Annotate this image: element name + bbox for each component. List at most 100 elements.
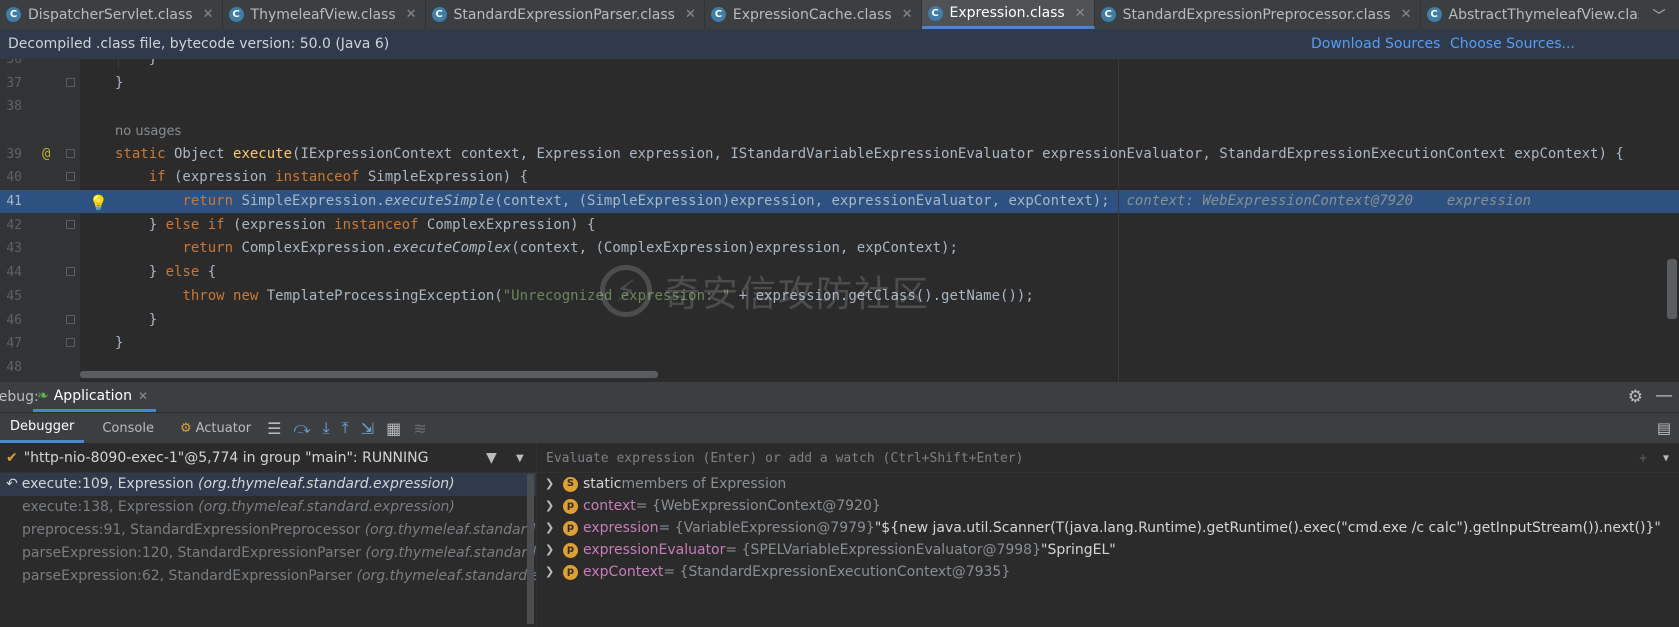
chevron-down-icon[interactable]: ﹀	[1639, 0, 1679, 29]
class-icon: C	[6, 7, 21, 22]
tab-debugger-label: Debugger	[10, 419, 75, 434]
step-over-icon[interactable]: ⤼	[293, 418, 310, 438]
variables-list: ❯ Sstatic members of Expression ❯ p context …	[537, 473, 1679, 583]
variables-panel: Evaluate expression (Enter) or add a wat…	[537, 444, 1679, 627]
close-icon[interactable]: ✕	[203, 7, 214, 22]
menu-icon[interactable]: ☰	[267, 419, 281, 438]
fold-marker[interactable]	[66, 220, 75, 229]
code-editor[interactable]: 36 } 37} 38 no usages 39 @ static Object e…	[0, 59, 1679, 382]
frame-package: (org.thymeleaf.standard.expression)	[356, 568, 536, 584]
variable-row[interactable]: ❯ p context = {WebExpressionContext@7920}	[537, 495, 1679, 517]
variable-type-icon: p	[563, 498, 578, 514]
close-icon[interactable]: ✕	[406, 7, 417, 22]
stack-frame[interactable]: preprocess:91, StandardExpressionPreproc…	[0, 519, 536, 542]
code-line: 40 if (expression instanceof SimpleExpre…	[0, 166, 1679, 189]
step-into-icon[interactable]: ⤓	[323, 418, 330, 438]
evaluate-icon[interactable]: ▦	[386, 419, 401, 438]
line-number: 46	[6, 313, 22, 328]
variable-type-icon: p	[563, 542, 578, 558]
minimize-icon[interactable]: —	[1655, 385, 1673, 406]
expand-arrow-icon[interactable]: ❯	[545, 473, 563, 495]
expand-arrow-icon[interactable]: ❯	[545, 561, 563, 583]
step-out-icon[interactable]: ⤒	[342, 418, 349, 438]
chevron-down-icon[interactable]: ▼	[1663, 453, 1669, 464]
gear-icon[interactable]: ⚙	[1628, 387, 1643, 407]
debug-session-tab[interactable]: ❧ Application ✕	[33, 382, 157, 412]
tab-thymeleafview[interactable]: C ThymeleafView.class ✕	[223, 0, 426, 29]
debug-session-label: Application	[53, 387, 132, 404]
variable-row[interactable]: ❯ p expression = {VariableExpression@7979}…	[537, 517, 1679, 539]
line-number: 41	[6, 194, 22, 209]
code-line: 37}	[0, 72, 1679, 95]
frame-method: parseExpression:62, StandardExpressionPa…	[22, 568, 353, 584]
thread-selector[interactable]: ✔ "http-nio-8090-exec-1"@5,774 in group …	[0, 444, 536, 473]
code-line: 36 }	[0, 59, 1679, 71]
fold-marker[interactable]	[66, 315, 75, 324]
tab-actuator[interactable]: ⚙ Actuator	[170, 413, 261, 443]
chevron-down-icon[interactable]: ▼	[516, 453, 524, 464]
annotation-marker[interactable]: @	[42, 143, 50, 166]
choose-sources-link[interactable]: Choose Sources...	[1450, 36, 1575, 52]
variable-row[interactable]: ❯ p expressionEvaluator = {SPELVariableExp…	[537, 539, 1679, 561]
tab-expressioncache[interactable]: C ExpressionCache.class ✕	[705, 0, 922, 29]
run-to-cursor-icon[interactable]: ⇲	[361, 419, 374, 438]
tab-standardexpressionparser[interactable]: C StandardExpressionParser.class ✕	[426, 0, 705, 29]
variable-row[interactable]: ❯ p expContext = {StandardExpressionExecut…	[537, 561, 1679, 583]
add-watch-icon[interactable]: +	[1639, 451, 1647, 466]
return-arrow-icon: ↶	[6, 476, 18, 492]
fold-marker[interactable]	[66, 149, 75, 158]
variable-name: expressionEvaluator	[583, 542, 726, 558]
tab-expression[interactable]: C Expression.class ✕	[921, 0, 1095, 29]
variable-row[interactable]: ❯ Sstatic members of Expression	[537, 473, 1679, 495]
horizontal-scrollbar[interactable]	[80, 371, 658, 378]
close-icon[interactable]: ✕	[138, 389, 148, 403]
tab-console[interactable]: Console	[92, 413, 164, 443]
close-icon[interactable]: ✕	[902, 7, 913, 22]
close-icon[interactable]: ✕	[685, 7, 696, 22]
fold-marker[interactable]	[66, 172, 75, 181]
class-icon: C	[228, 7, 244, 22]
trace-icon[interactable]: ≋	[413, 419, 426, 438]
vertical-scrollbar[interactable]	[1667, 259, 1677, 319]
frame-package: (org.thymeleaf.standard.expression)	[198, 476, 455, 492]
filter-icon[interactable]: ▼	[486, 450, 497, 466]
evaluate-expression-field[interactable]: Evaluate expression (Enter) or add a wat…	[537, 444, 1679, 473]
class-icon: C	[927, 5, 943, 21]
variable-type-icon: p	[563, 564, 578, 580]
fold-marker[interactable]	[66, 267, 75, 276]
frame-package: (org.thymeleaf.standard.expression)	[365, 545, 536, 561]
fold-marker[interactable]	[66, 78, 75, 87]
frames-scrollbar[interactable]	[527, 474, 534, 624]
tab-debugger[interactable]: Debugger	[0, 413, 85, 443]
usages-line: no usages	[0, 120, 1679, 143]
evaluate-placeholder: Evaluate expression (Enter) or add a wat…	[546, 450, 1024, 466]
tab-label: AbstractThymeleafView.class	[1448, 6, 1653, 23]
expand-arrow-icon[interactable]: ❯	[545, 495, 563, 517]
stack-frame[interactable]: execute:138, Expression (org.thymeleaf.s…	[0, 496, 536, 519]
fold-marker[interactable]	[66, 338, 75, 347]
actuator-icon: ⚙	[179, 420, 192, 436]
tab-standardexpressionpreprocessor[interactable]: C StandardExpressionPreprocessor.class ✕	[1095, 0, 1421, 29]
close-icon[interactable]: ✕	[1075, 6, 1086, 21]
check-icon: ✔	[6, 450, 18, 466]
tab-dispatcherservlet[interactable]: C DispatcherServlet.class ✕	[0, 0, 223, 29]
class-icon: C	[710, 7, 726, 22]
stack-frame[interactable]: ↶ execute:109, Expression (org.thymeleaf.…	[0, 473, 536, 496]
close-icon[interactable]: ✕	[1401, 7, 1412, 22]
frames-panel: ✔ "http-nio-8090-exec-1"@5,774 in group …	[0, 444, 536, 627]
variable-name: static	[583, 476, 622, 492]
editor-tabs: C DispatcherServlet.class ✕ C ThymeleafView.…	[0, 0, 1679, 30]
tab-label: StandardExpressionParser.class	[453, 6, 675, 23]
line-number: 40	[6, 170, 22, 185]
download-sources-link[interactable]: Download Sources	[1311, 36, 1440, 52]
usages-hint: no usages	[115, 124, 182, 139]
stack-frame[interactable]: parseExpression:120, StandardExpressionP…	[0, 542, 536, 565]
expand-arrow-icon[interactable]: ❯	[545, 539, 563, 561]
lightbulb-icon[interactable]: 💡	[89, 192, 108, 215]
class-icon: C	[1426, 7, 1442, 22]
variable-type: members of Expression	[621, 476, 787, 492]
stack-frame[interactable]: parseExpression:62, StandardExpressionPa…	[0, 565, 536, 588]
layout-icon[interactable]: ▤	[1657, 419, 1671, 437]
line-number: 38	[6, 99, 22, 114]
expand-arrow-icon[interactable]: ❯	[545, 517, 563, 539]
